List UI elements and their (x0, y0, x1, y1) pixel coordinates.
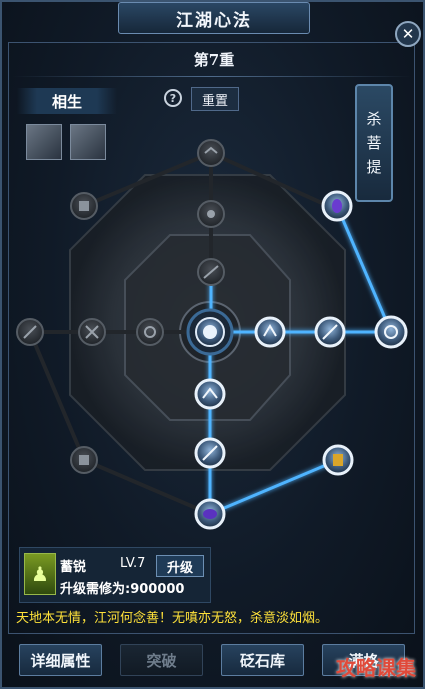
skill-node-locked[interactable] (16, 318, 44, 346)
breakthrough-button[interactable]: 突破 (120, 644, 203, 676)
side-tab-char: 菩 (366, 134, 382, 152)
skill-node-active[interactable] (374, 315, 408, 349)
layer-title: 第7重 (193, 51, 235, 69)
skill-node-active[interactable] (321, 190, 353, 222)
divider (12, 76, 412, 77)
skill-portrait-icon: ♟ (24, 553, 56, 595)
skill-node-active[interactable] (194, 437, 226, 469)
window-title: 江湖心法 (118, 2, 310, 34)
tab-shapuxi[interactable]: 杀 菩 提 (355, 84, 393, 202)
side-tab-char: 杀 (366, 110, 382, 128)
skill-node-locked[interactable] (136, 318, 164, 346)
skill-node-active[interactable] (194, 498, 226, 530)
skill-node-locked[interactable] (70, 192, 98, 220)
skill-node-active[interactable] (322, 444, 354, 476)
reset-button[interactable]: 重置 (191, 87, 239, 111)
skill-name: 蓄锐 (60, 560, 87, 575)
close-button[interactable]: ✕ (395, 21, 421, 47)
flavor-quote: 天地本无情，江河何念善！无嗔亦无怒，杀意淡如烟。 (16, 611, 329, 626)
skill-node-active[interactable] (194, 378, 226, 410)
skill-node-locked[interactable] (78, 318, 106, 346)
skill-node-locked[interactable] (197, 258, 225, 286)
synergy-item-icon[interactable] (70, 124, 106, 160)
skill-node-locked[interactable] (197, 139, 225, 167)
skill-node-locked[interactable] (197, 200, 225, 228)
skill-level: LV.7 (120, 556, 146, 571)
skill-node-active[interactable] (314, 316, 346, 348)
detail-attributes-button[interactable]: 详细属性 (19, 644, 102, 676)
synergy-item-icon[interactable] (26, 124, 62, 160)
upgrade-button[interactable]: 升级 (156, 555, 204, 577)
help-icon[interactable]: ? (164, 89, 182, 107)
skill-node-core[interactable] (186, 308, 234, 356)
skill-node-locked[interactable] (70, 446, 98, 474)
side-tab-char: 提 (366, 158, 382, 176)
skill-node-active[interactable] (254, 316, 286, 348)
watermark-logo: 攻略课集 (336, 656, 416, 680)
tab-xiangsheng[interactable]: 相生 (17, 88, 117, 114)
whetstone-library-button[interactable]: 砭石库 (221, 644, 304, 676)
upgrade-cost: 升级需修为:900000 (60, 582, 185, 597)
